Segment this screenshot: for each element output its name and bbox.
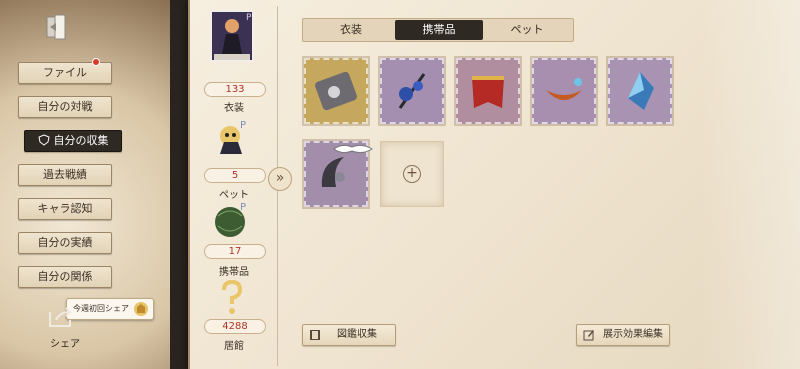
catalog-button[interactable]: 図鑑収集: [302, 324, 396, 346]
sidebar-item-my-collection[interactable]: 自分の収集: [24, 130, 122, 152]
gold-weapon-icon: [315, 71, 357, 111]
sidebar-item-character-cognition[interactable]: キャラ認知: [18, 198, 112, 220]
tab-costume[interactable]: 衣装: [307, 20, 395, 40]
tab-accessory[interactable]: 携帯品: [395, 20, 483, 40]
edit-display-button[interactable]: 展示効果編集: [576, 324, 670, 346]
expand-arrow-icon[interactable]: »: [268, 167, 292, 191]
residence-count: 4288: [204, 319, 266, 334]
sidebar-item-label: キャラ認知: [37, 202, 93, 215]
plus-icon: +: [403, 165, 421, 183]
sidebar-item-label: 自分の収集: [53, 134, 109, 147]
empty-item-slot[interactable]: +: [380, 141, 444, 207]
svg-text:P: P: [240, 120, 246, 131]
svg-text:P: P: [246, 13, 252, 23]
catalog-button-label: 図鑑収集: [337, 329, 377, 340]
sidebar-item-label: 自分の関係: [37, 270, 93, 283]
sidebar-item-label: 自分の実績: [37, 236, 93, 249]
costume-label: 衣装: [224, 103, 244, 114]
sidebar-item-label: 過去戦績: [43, 168, 87, 181]
notification-dot: [92, 58, 100, 66]
banner-icon: [472, 76, 504, 108]
share-tooltip: 今週初回シェア: [66, 298, 154, 320]
svg-text:P: P: [240, 202, 246, 213]
gift-icon: [134, 302, 148, 316]
sidebar-item-past-records[interactable]: 過去戦績: [18, 164, 112, 186]
edit-icon: [583, 330, 594, 341]
book-icon: [310, 330, 320, 340]
gold-weapon-item[interactable]: [304, 58, 368, 124]
sidebar-item-label: 自分の対戦: [37, 100, 93, 113]
crystal-icon: [628, 72, 654, 110]
question-mark-icon[interactable]: [218, 278, 246, 318]
blue-crystal-item[interactable]: [608, 58, 672, 124]
blue-flower-umbrella-item[interactable]: [380, 58, 444, 124]
new-item-badge-icon: [333, 144, 373, 154]
accessory-thumb[interactable]: P: [210, 196, 254, 248]
costume-card-thumb[interactable]: P: [210, 10, 254, 62]
red-banner-item[interactable]: [456, 58, 520, 124]
umbrella-icon: [398, 73, 426, 109]
exit-door-icon[interactable]: [44, 12, 74, 42]
accessory-label: 携帯品: [219, 267, 249, 278]
share-tooltip-text: 今週初回シェア: [73, 304, 129, 313]
sidebar-item-my-relations[interactable]: 自分の関係: [18, 266, 112, 288]
residence-label: 居館: [224, 341, 244, 352]
pet-count: 5: [204, 168, 266, 183]
orange-boomerang-item[interactable]: [532, 58, 596, 124]
sidebar-item-my-matches[interactable]: 自分の対戦: [18, 96, 112, 118]
sidebar-item-label: ファイル: [43, 66, 87, 79]
pet-thumb[interactable]: P: [210, 114, 254, 166]
share-icon[interactable]: [46, 306, 76, 330]
costume-count: 133: [204, 82, 266, 97]
stats-column: P 133 衣装 P 5 ペット P 17 携帯品 4288 居館: [196, 6, 278, 366]
category-tabs: 衣装 携帯品 ペット: [302, 18, 574, 42]
boomerang-icon: [546, 78, 582, 100]
accessory-count: 17: [204, 244, 266, 259]
share-label[interactable]: シェア: [50, 335, 80, 350]
shield-icon: [37, 134, 50, 146]
edit-display-button-label: 展示効果編集: [603, 329, 663, 340]
tab-pet[interactable]: ペット: [483, 20, 571, 40]
sidebar-item-my-achievements[interactable]: 自分の実績: [18, 232, 112, 254]
